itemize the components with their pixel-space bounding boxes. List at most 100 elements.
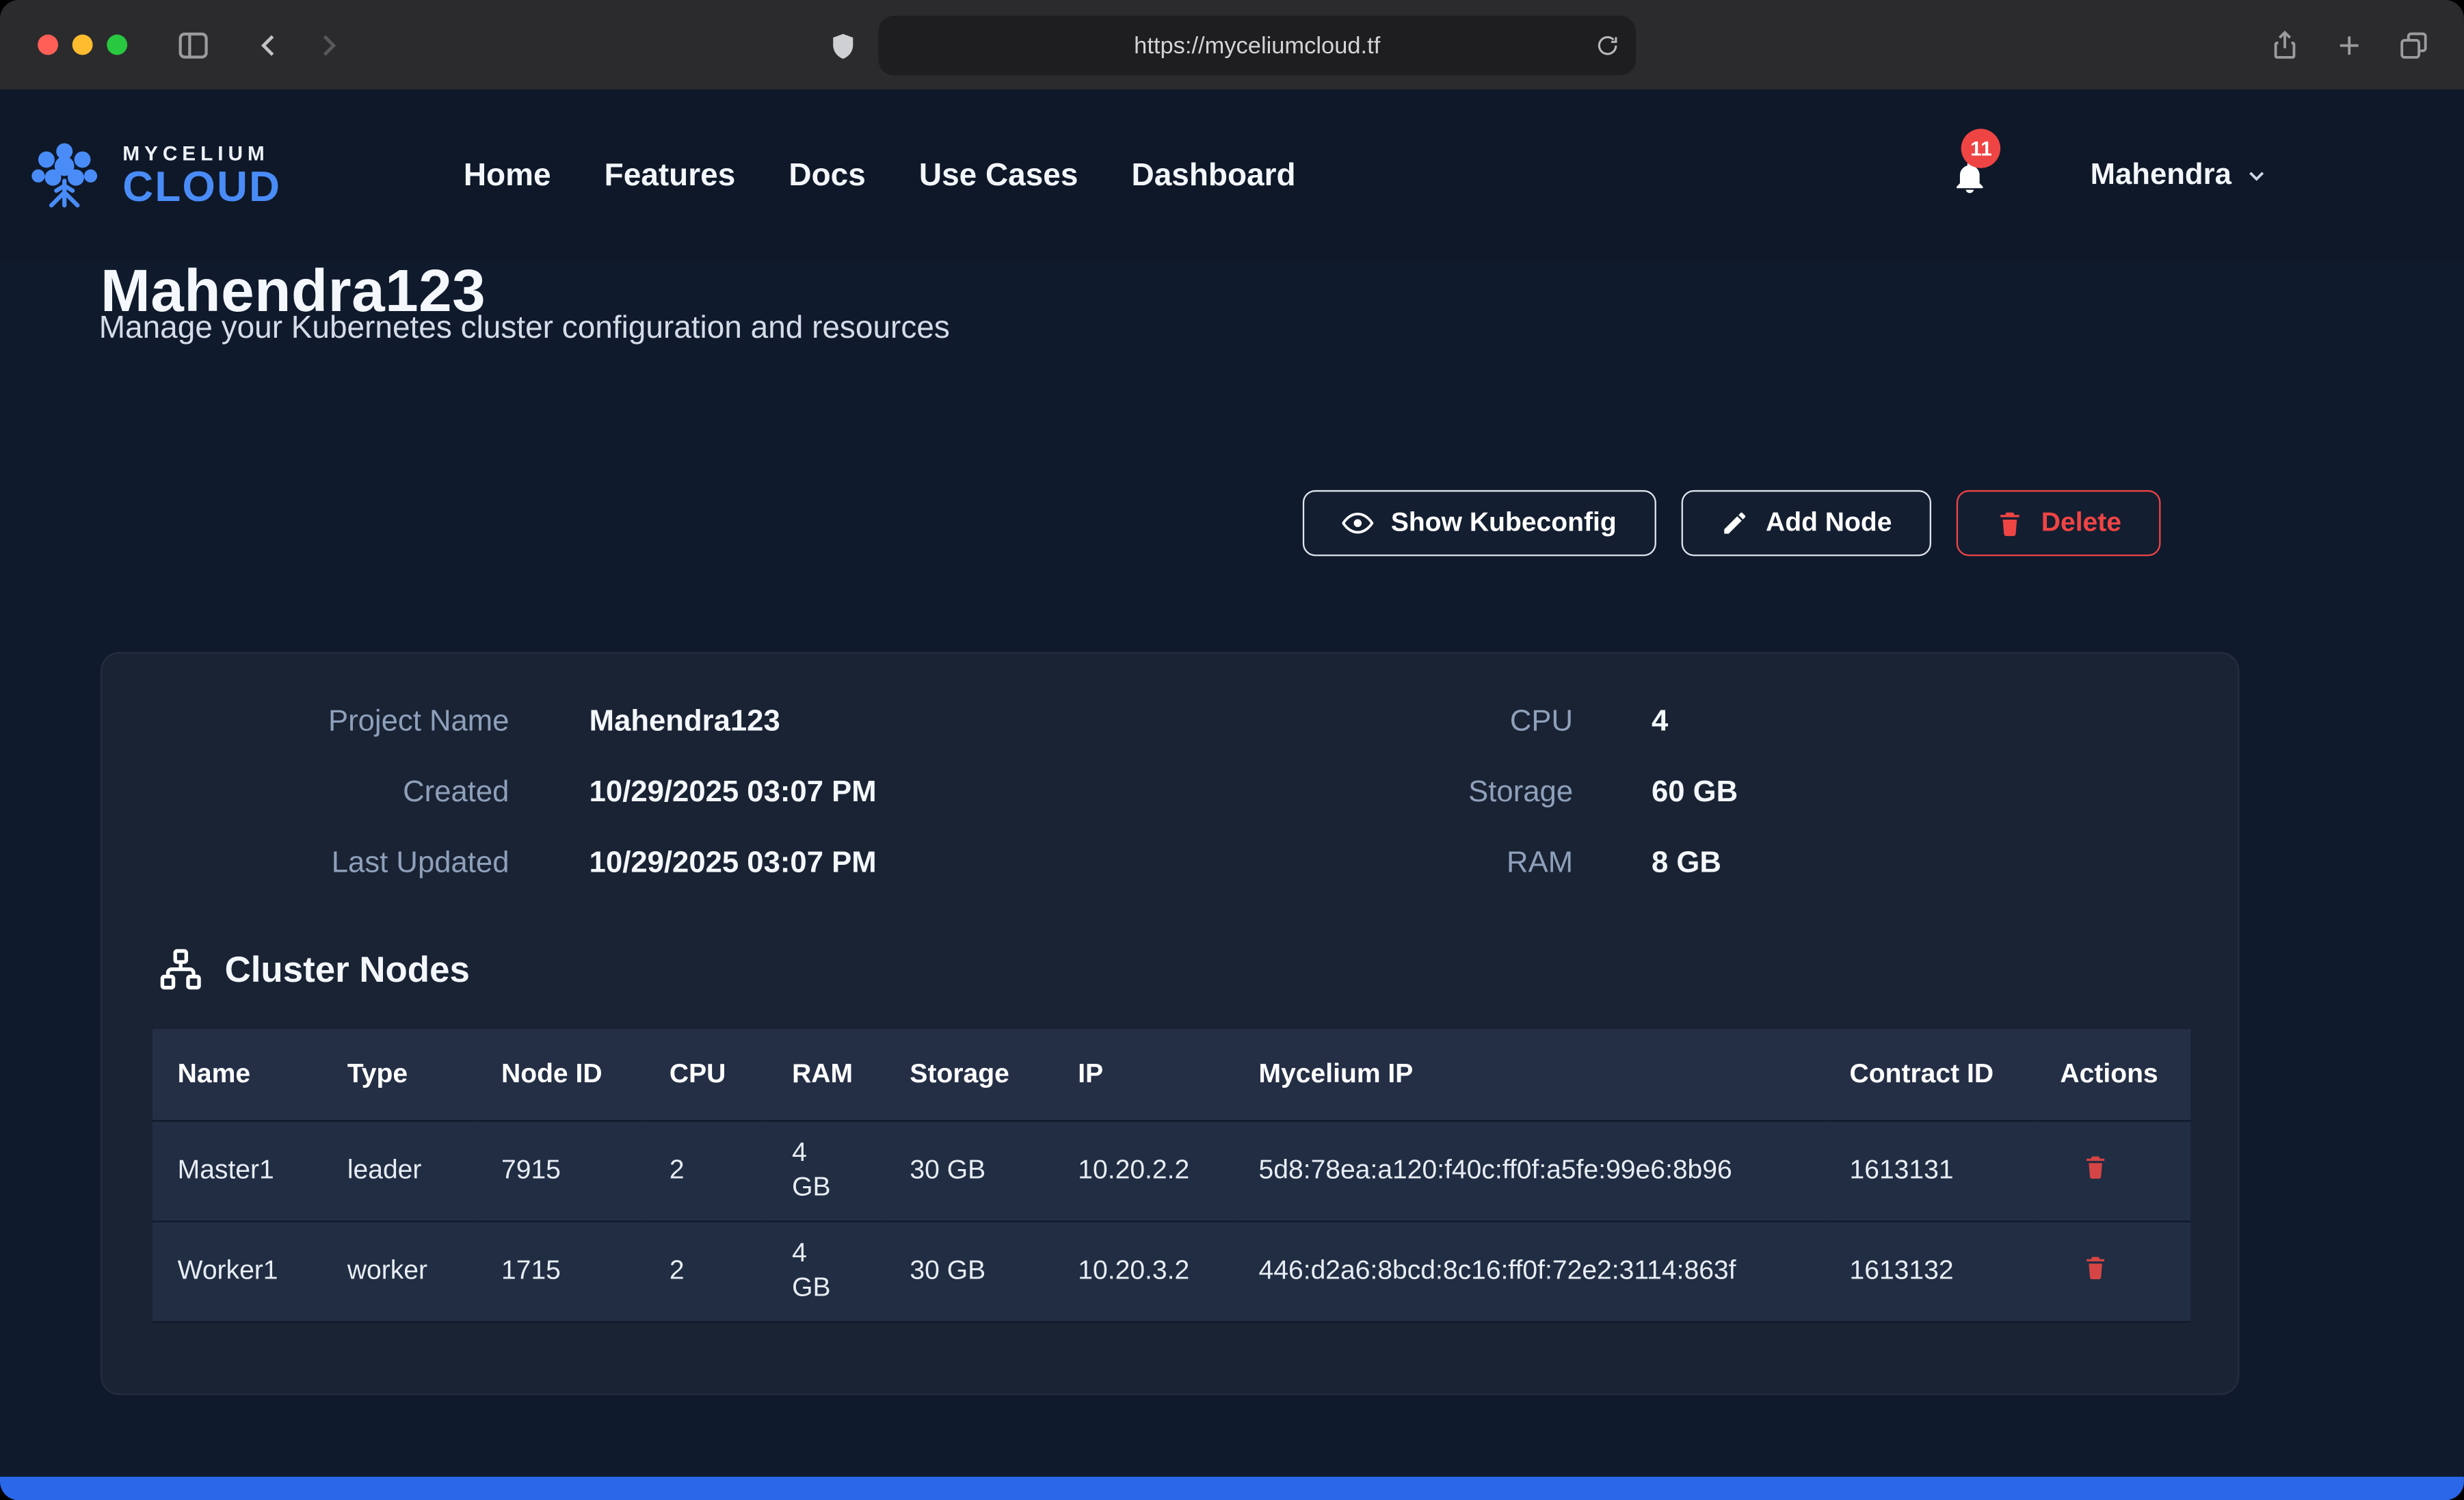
brand-line1: MYCELIUM <box>122 143 281 163</box>
cell-type: worker <box>322 1220 476 1321</box>
delete-cluster-button[interactable]: Delete <box>1957 490 2161 557</box>
detail-value: Mahendra123 <box>589 701 1059 743</box>
forward-icon[interactable] <box>313 29 344 61</box>
cell-contract-id: 1613132 <box>1825 1220 2035 1321</box>
detail-value: 10/29/2025 03:07 PM <box>589 771 1059 814</box>
cluster-details: Project Name Mahendra123 Created 10/29/2… <box>102 654 2238 885</box>
cell-storage: 30 GB <box>885 1120 1053 1220</box>
nav-links: Home Features Docs Use Cases Dashboard <box>464 158 1296 194</box>
cell-type: leader <box>322 1120 476 1220</box>
cluster-card: Project Name Mahendra123 Created 10/29/2… <box>101 652 2239 1395</box>
new-tab-icon[interactable] <box>2333 29 2365 61</box>
detail-value: 10/29/2025 03:07 PM <box>589 842 1059 885</box>
col-header-contract-id: Contract ID <box>1825 1029 2035 1120</box>
browser-window: https://myceliumcloud.tf <box>0 0 2464 1500</box>
detail-value: 60 GB <box>1652 771 1738 814</box>
zoom-window-button[interactable] <box>107 35 127 55</box>
cell-name: Master1 <box>153 1120 322 1220</box>
detail-value: 8 GB <box>1652 842 1738 885</box>
detail-label: RAM <box>1344 842 1573 885</box>
page-content: Mahendra123 Manage your Kubernetes clust… <box>0 90 2464 1500</box>
cell-actions <box>2035 1120 2190 1220</box>
cell-node-id: 7915 <box>476 1120 644 1220</box>
add-node-button[interactable]: Add Node <box>1681 490 1931 557</box>
user-menu[interactable]: Mahendra <box>2081 157 2279 195</box>
page-footer <box>0 1477 2464 1500</box>
show-kubeconfig-button[interactable]: Show Kubeconfig <box>1303 490 1656 557</box>
delete-label: Delete <box>2041 507 2121 539</box>
col-header-actions: Actions <box>2035 1029 2190 1120</box>
detail-label: CPU <box>1344 701 1573 743</box>
back-icon[interactable] <box>253 29 284 61</box>
brand-line2: CLOUD <box>122 167 281 209</box>
tab-overview-icon[interactable] <box>2398 29 2429 61</box>
reload-icon[interactable] <box>1595 33 1620 58</box>
nav-link-features[interactable]: Features <box>605 158 736 194</box>
cell-ram: 4 GB <box>767 1120 884 1220</box>
detail-label: Last Updated <box>305 842 509 885</box>
col-header-node-id: Node ID <box>476 1029 644 1120</box>
address-bar[interactable]: https://myceliumcloud.tf <box>878 16 1636 75</box>
cell-cpu: 2 <box>644 1120 767 1220</box>
nav-link-use-cases[interactable]: Use Cases <box>919 158 1078 194</box>
nodes-table: Name Type Node ID CPU RAM Storage IP Myc… <box>153 1029 2190 1322</box>
eye-icon <box>1342 507 1374 539</box>
cell-ram: 4 GB <box>767 1220 884 1321</box>
col-header-ip: IP <box>1053 1029 1234 1120</box>
col-header-ram: RAM <box>767 1029 884 1120</box>
brand-logo[interactable]: MYCELIUM CLOUD <box>22 137 281 215</box>
cluster-nodes-title: Cluster Nodes <box>225 948 470 991</box>
cell-contract-id: 1613131 <box>1825 1120 2035 1220</box>
network-icon <box>159 948 202 991</box>
col-header-cpu: CPU <box>644 1029 767 1120</box>
table-row: Worker1 worker 1715 2 4 GB 30 GB 10.20.3… <box>153 1220 2190 1321</box>
pencil-icon <box>1720 509 1748 537</box>
detail-label: Project Name <box>305 701 509 743</box>
cell-mycelium-ip: 5d8:78ea:a120:f40c:ff0f:a5fe:99e6:8b96 <box>1234 1120 1825 1220</box>
cell-cpu: 2 <box>644 1220 767 1321</box>
show-kubeconfig-label: Show Kubeconfig <box>1391 507 1617 539</box>
nav-right: 11 Mahendra <box>1950 157 2279 196</box>
trash-icon <box>2082 1152 2109 1179</box>
cluster-actions: Show Kubeconfig Add Node Delete <box>1303 490 2160 557</box>
table-row: Master1 leader 7915 2 4 GB 30 GB 10.20.2… <box>153 1120 2190 1220</box>
cell-storage: 30 GB <box>885 1220 1053 1321</box>
detail-label: Storage <box>1344 771 1573 814</box>
col-header-mycelium-ip: Mycelium IP <box>1234 1029 1825 1120</box>
chevron-down-icon <box>2244 163 2269 189</box>
close-window-button[interactable] <box>38 35 58 55</box>
delete-node-button[interactable] <box>2060 1253 2108 1279</box>
site-navbar: MYCELIUM CLOUD Home Features Docs Use Ca… <box>0 90 2464 263</box>
details-right: CPU 4 Storage 60 GB RAM 8 GB <box>1344 701 1738 885</box>
cell-ip: 10.20.2.2 <box>1053 1120 1234 1220</box>
window-controls <box>38 35 127 55</box>
share-icon[interactable] <box>2269 29 2301 61</box>
user-name: Mahendra <box>2091 159 2231 193</box>
page-subtitle: Manage your Kubernetes cluster configura… <box>99 311 950 347</box>
url-text: https://myceliumcloud.tf <box>1134 32 1380 59</box>
trash-icon <box>2082 1253 2109 1279</box>
details-left: Project Name Mahendra123 Created 10/29/2… <box>305 701 1059 885</box>
delete-node-button[interactable] <box>2060 1152 2108 1179</box>
trash-icon <box>1996 509 2024 537</box>
mycelium-logo-icon <box>22 137 107 215</box>
notifications-button[interactable]: 11 <box>1950 157 1989 196</box>
cell-node-id: 1715 <box>476 1220 644 1321</box>
col-header-name: Name <box>153 1029 322 1120</box>
nav-link-docs[interactable]: Docs <box>789 158 865 194</box>
col-header-storage: Storage <box>885 1029 1053 1120</box>
browser-chrome: https://myceliumcloud.tf <box>0 0 2464 90</box>
notification-badge: 11 <box>1961 128 2000 167</box>
add-node-label: Add Node <box>1766 507 1892 539</box>
cluster-nodes-heading: Cluster Nodes <box>159 948 2238 991</box>
brand-text: MYCELIUM CLOUD <box>122 143 281 209</box>
cell-actions <box>2035 1220 2190 1321</box>
detail-label: Created <box>305 771 509 814</box>
detail-value: 4 <box>1652 701 1738 743</box>
nav-link-home[interactable]: Home <box>464 158 551 194</box>
sidebar-toggle-icon[interactable] <box>176 27 211 62</box>
nav-link-dashboard[interactable]: Dashboard <box>1132 158 1296 194</box>
minimize-window-button[interactable] <box>72 35 93 55</box>
cell-name: Worker1 <box>153 1220 322 1321</box>
privacy-shield-icon[interactable] <box>828 31 858 61</box>
